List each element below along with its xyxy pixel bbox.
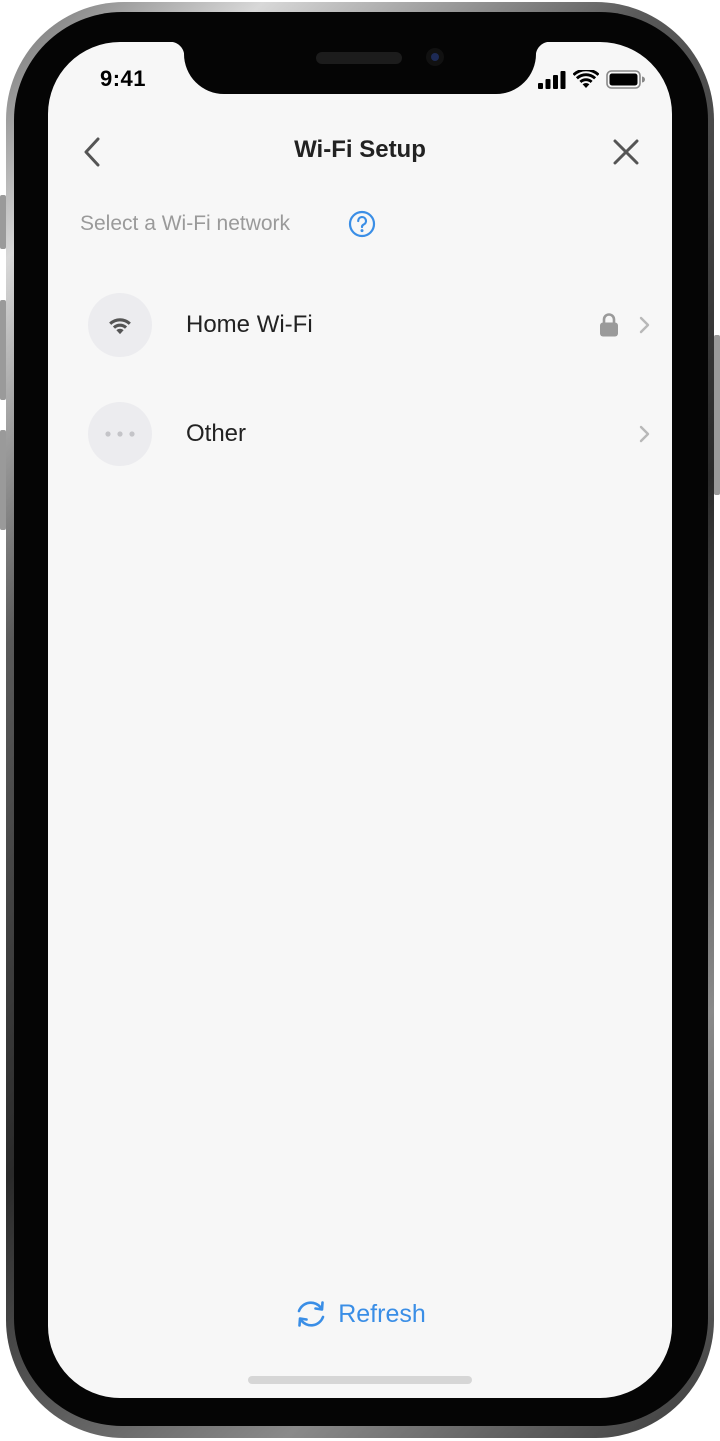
battery-icon	[606, 70, 645, 89]
refresh-button[interactable]: Refresh	[48, 1298, 672, 1330]
network-row-home-wifi[interactable]: Home Wi-Fi	[88, 292, 652, 358]
section-label: Select a Wi-Fi network	[80, 212, 291, 235]
network-avatar	[88, 293, 152, 357]
power-button	[714, 335, 720, 495]
status-icons	[538, 70, 646, 89]
lock-icon	[600, 313, 618, 337]
network-name: Other	[186, 420, 247, 447]
refresh-label: Refresh	[338, 1299, 426, 1328]
network-avatar	[88, 402, 152, 466]
mute-switch	[0, 195, 6, 249]
notch	[170, 42, 550, 94]
volume-down-button	[0, 430, 6, 530]
chevron-right-icon	[639, 316, 650, 334]
close-button[interactable]	[608, 134, 644, 170]
close-icon	[613, 139, 639, 165]
page-title: Wi-Fi Setup	[294, 136, 426, 163]
network-name: Home Wi-Fi	[186, 311, 313, 338]
speaker	[316, 52, 402, 64]
refresh-icon	[297, 1301, 325, 1327]
more-dots-icon	[105, 431, 135, 437]
chevron-right-icon	[639, 425, 650, 443]
wifi-icon	[109, 318, 131, 335]
network-row-other[interactable]: Other	[88, 401, 652, 467]
status-time: 9:41	[100, 66, 147, 91]
volume-up-button	[0, 300, 6, 400]
signal-icon	[538, 70, 566, 89]
wifi-icon	[573, 70, 599, 88]
screen: 9:41 Wi-Fi Setup Select a Wi-Fi network …	[48, 42, 672, 1398]
home-indicator[interactable]	[248, 1376, 472, 1384]
front-camera	[426, 48, 444, 66]
help-circle-icon[interactable]	[348, 210, 376, 238]
